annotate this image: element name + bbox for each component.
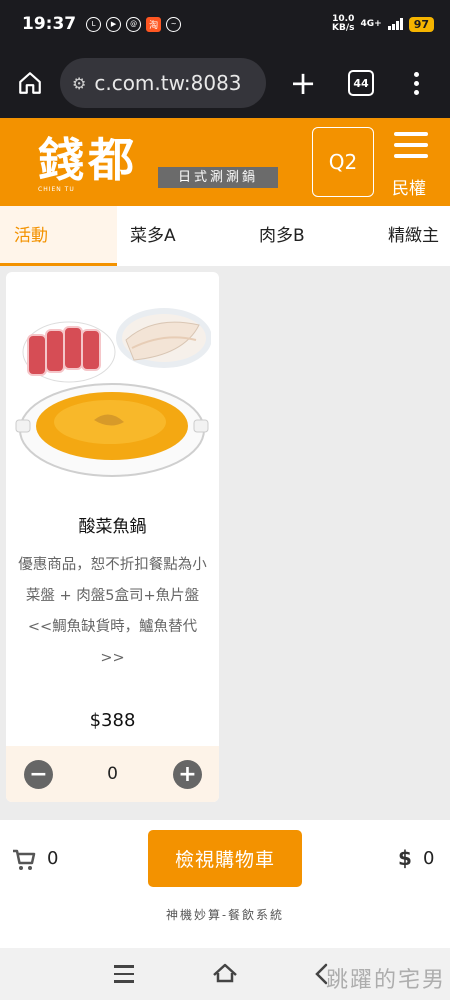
table-number-button[interactable]: Q2 <box>312 127 374 197</box>
restaurant-logo: 錢都 <box>38 133 138 187</box>
cart-bar: 0 檢視購物車 $ 0 神機妙算-餐飲系統 <box>0 820 450 948</box>
branch-label[interactable]: 民權 <box>392 174 426 199</box>
signal-icon <box>387 18 403 30</box>
messenger-app-icon: ~ <box>166 16 182 32</box>
cart-item-count: 0 <box>47 848 59 869</box>
cart-icon[interactable] <box>12 848 36 872</box>
home-icon <box>19 72 41 94</box>
browser-menu-button[interactable] <box>414 71 419 95</box>
tab-premium[interactable]: 精緻主 <box>388 206 439 266</box>
system-nav-bar: 跳躍的宅男 <box>0 948 450 1000</box>
home-icon[interactable] <box>212 961 238 985</box>
restaurant-header: 錢都 CHIEN TU 日式涮涮鍋 Q2 民權 <box>0 118 450 206</box>
browser-toolbar: ⚙ c.com.tw:8083 + 44 <box>0 48 450 118</box>
url-text: c.com.tw:8083 <box>94 71 242 95</box>
product-image[interactable] <box>14 280 211 490</box>
battery-icon: 97 <box>408 16 434 32</box>
tab-switcher-button[interactable]: 44 <box>348 70 374 96</box>
status-time: 19:37 <box>22 14 77 34</box>
network-type: 4G+ <box>360 19 382 29</box>
dollar-icon: $ <box>398 846 412 870</box>
logo-tagline: 日式涮涮鍋 <box>158 167 278 188</box>
menu-icon[interactable] <box>394 132 428 158</box>
status-bar: 19:37 L ▶ @ 淘 ~ 10.0 KB/s 4G+ 97 <box>0 0 450 48</box>
notification-icons: L ▶ @ 淘 ~ <box>86 16 182 32</box>
site-settings-icon[interactable]: ⚙ <box>72 74 86 93</box>
product-card[interactable]: 酸菜魚鍋 優惠商品，恕不折扣餐點為小菜盤 + 肉盤5盒司+魚片盤<<鯛魚缺貨時，… <box>6 272 219 802</box>
product-description: 優惠商品，恕不折扣餐點為小菜盤 + 肉盤5盒司+魚片盤<<鯛魚缺貨時，鱸魚替代>… <box>18 557 207 666</box>
tab-meat-b[interactable]: 肉多B <box>259 206 305 266</box>
network-speed-unit: KB/s <box>332 23 355 33</box>
play-app-icon: ▶ <box>106 16 122 32</box>
cart-total: 0 <box>423 848 435 869</box>
threads-app-icon: @ <box>126 16 142 32</box>
status-right: 10.0 KB/s 4G+ 97 <box>332 15 434 33</box>
browser-home-button[interactable] <box>12 65 48 101</box>
plus-icon[interactable]: + <box>173 760 202 789</box>
product-name: 酸菜魚鍋 <box>78 517 147 537</box>
category-tabs: 活動 菜多A 肉多B 精緻主 <box>0 206 450 266</box>
view-cart-button[interactable]: 檢視購物車 <box>148 830 302 887</box>
recent-apps-icon[interactable] <box>114 965 134 983</box>
system-brand: 神機妙算-餐飲系統 <box>165 908 285 922</box>
watermark: 跳躍的宅男 <box>325 968 446 993</box>
logo-subtext: CHIEN TU <box>38 186 75 193</box>
quantity-stepper: − 0 + <box>6 746 219 802</box>
line-app-icon: L <box>86 16 102 32</box>
network-speed: 10.0 KB/s <box>332 15 354 33</box>
taobao-app-icon: 淘 <box>146 16 162 32</box>
tab-veggie-a[interactable]: 菜多A <box>130 206 176 266</box>
address-bar[interactable]: ⚙ c.com.tw:8083 <box>60 58 266 108</box>
product-price: $388 <box>89 710 136 731</box>
tab-activity[interactable]: 活動 <box>0 206 117 266</box>
new-tab-button[interactable]: + <box>286 67 320 99</box>
